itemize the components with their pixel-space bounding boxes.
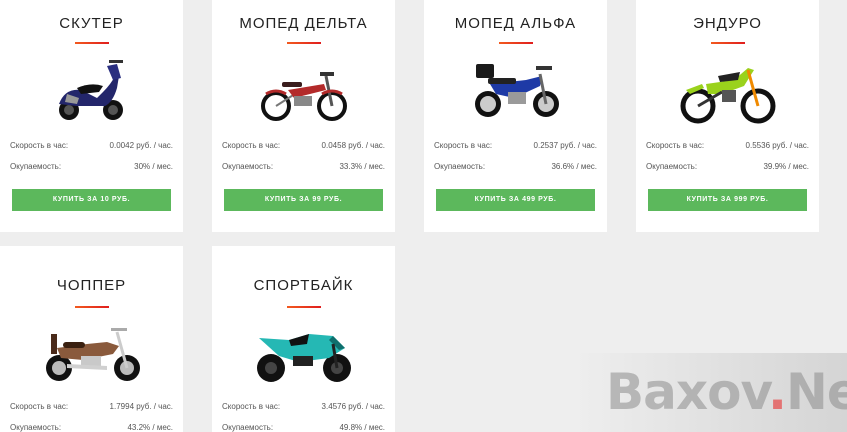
payback-value: 33.3% / мес. bbox=[339, 162, 385, 171]
buy-button[interactable]: КУПИТЬ ЗА 499 РУБ. bbox=[436, 189, 595, 211]
speed-value: 0.0458 руб. / час. bbox=[321, 141, 385, 150]
sportbike-image bbox=[212, 318, 395, 392]
watermark-text: Baxov.Net bbox=[606, 363, 847, 421]
enduro-image bbox=[636, 54, 819, 128]
product-card-scooter: СКУТЕР Скорость в час: 0.0042 руб. / час… bbox=[0, 0, 183, 232]
payback-value: 30% / мес. bbox=[134, 162, 173, 171]
product-card-chopper: ЧОППЕР Скорость в час: 1.7994 руб. / час… bbox=[0, 246, 183, 432]
speed-label: Скорость в час: bbox=[10, 402, 69, 411]
product-title: МОПЕД АЛЬФА bbox=[454, 15, 577, 32]
payback-label: Окупаемость: bbox=[646, 162, 698, 171]
speed-value: 0.5536 руб. / час. bbox=[745, 141, 809, 150]
title-underline bbox=[286, 306, 321, 308]
title-underline bbox=[74, 42, 109, 44]
speed-value: 0.2537 руб. / час. bbox=[533, 141, 597, 150]
speed-label: Скорость в час: bbox=[646, 141, 705, 150]
speed-value: 1.7994 руб. / час. bbox=[109, 402, 173, 411]
product-card-enduro: ЭНДУРО Скорость в час: 0.5536 руб. / час… bbox=[636, 0, 819, 232]
watermark-dot: . bbox=[767, 363, 787, 421]
product-card-moped-alpha: МОПЕД АЛЬФА Скорость в час: 0.2537 руб. … bbox=[424, 0, 607, 232]
product-card-moped-delta: МОПЕД ДЕЛЬТА Скорость в час: 0.0458 руб.… bbox=[212, 0, 395, 232]
moped-delta-image bbox=[212, 54, 395, 128]
chopper-image bbox=[0, 318, 183, 392]
speed-label: Скорость в час: bbox=[10, 141, 69, 150]
speed-value: 0.0042 руб. / час. bbox=[109, 141, 173, 150]
moped-alpha-image bbox=[424, 54, 607, 128]
product-title: МОПЕД ДЕЛЬТА bbox=[239, 15, 368, 32]
title-underline bbox=[710, 42, 745, 44]
scooter-image bbox=[0, 54, 183, 128]
payback-label: Окупаемость: bbox=[222, 423, 274, 432]
buy-button[interactable]: КУПИТЬ ЗА 999 РУБ. bbox=[648, 189, 807, 211]
buy-button[interactable]: КУПИТЬ ЗА 99 РУБ. bbox=[224, 189, 383, 211]
title-underline bbox=[286, 42, 321, 44]
watermark-text-b: Net bbox=[785, 363, 847, 421]
payback-value: 43.2% / мес. bbox=[127, 423, 173, 432]
product-title: ЧОППЕР bbox=[56, 277, 127, 294]
speed-label: Скорость в час: bbox=[222, 402, 281, 411]
payback-label: Окупаемость: bbox=[10, 162, 62, 171]
payback-label: Окупаемость: bbox=[222, 162, 274, 171]
product-title: СКУТЕР bbox=[59, 15, 124, 32]
speed-label: Скорость в час: bbox=[222, 141, 281, 150]
title-underline bbox=[74, 306, 109, 308]
payback-value: 36.6% / мес. bbox=[551, 162, 597, 171]
product-card-sportbike: СПОРТБАЙК Скорость в час: 3.4576 руб. / … bbox=[212, 246, 395, 432]
speed-label: Скорость в час: bbox=[434, 141, 493, 150]
payback-value: 39.9% / мес. bbox=[763, 162, 809, 171]
speed-value: 3.4576 руб. / час. bbox=[321, 402, 385, 411]
payback-label: Окупаемость: bbox=[10, 423, 62, 432]
buy-button[interactable]: КУПИТЬ ЗА 10 РУБ. bbox=[12, 189, 171, 211]
payback-label: Окупаемость: bbox=[434, 162, 486, 171]
title-underline bbox=[498, 42, 533, 44]
payback-value: 49.8% / мес. bbox=[339, 423, 385, 432]
watermark: Baxov.Net bbox=[574, 353, 847, 432]
product-title: ЭНДУРО bbox=[693, 15, 762, 32]
watermark-text-a: Baxov bbox=[606, 363, 769, 421]
product-title: СПОРТБАЙК bbox=[253, 277, 354, 294]
